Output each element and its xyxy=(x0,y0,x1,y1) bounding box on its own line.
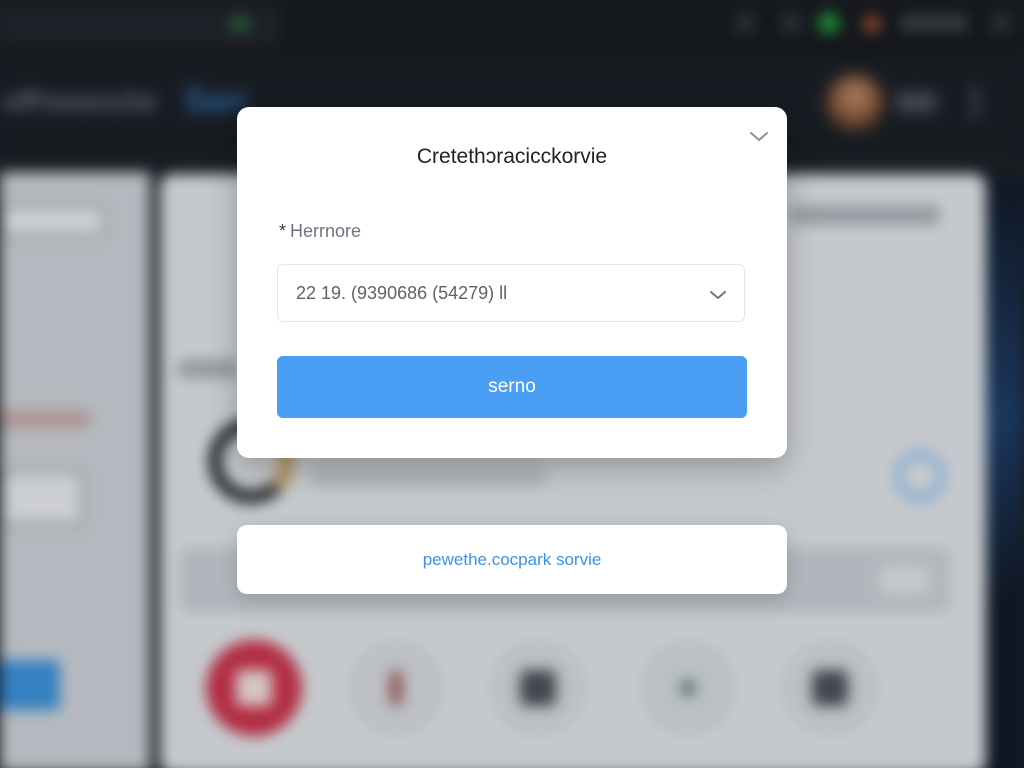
submit-button[interactable]: serno xyxy=(277,356,747,418)
modal-title: Cretethɔracicckorvie xyxy=(416,145,608,168)
value-select[interactable]: 22 19. (9390686 (54279) ll xyxy=(277,264,745,322)
secondary-link[interactable]: pewethe.cocpark sorvie xyxy=(237,550,787,570)
select-value: 22 19. (9390686 (54279) ll xyxy=(296,283,508,303)
field-label-text: Herrnore xyxy=(290,221,362,241)
screen: efPewonche Sarr Cretethɔracicckorvie * H… xyxy=(0,0,1024,768)
dropdown-chevron-icon[interactable] xyxy=(706,283,730,307)
required-marker: * xyxy=(279,221,287,241)
secondary-card: pewethe.cocpark sorvie xyxy=(237,525,787,594)
modal-dialog: Cretethɔracicckorvie * Herrnore 22 19. (9… xyxy=(237,107,787,458)
field-label: * Herrnore xyxy=(279,221,361,242)
